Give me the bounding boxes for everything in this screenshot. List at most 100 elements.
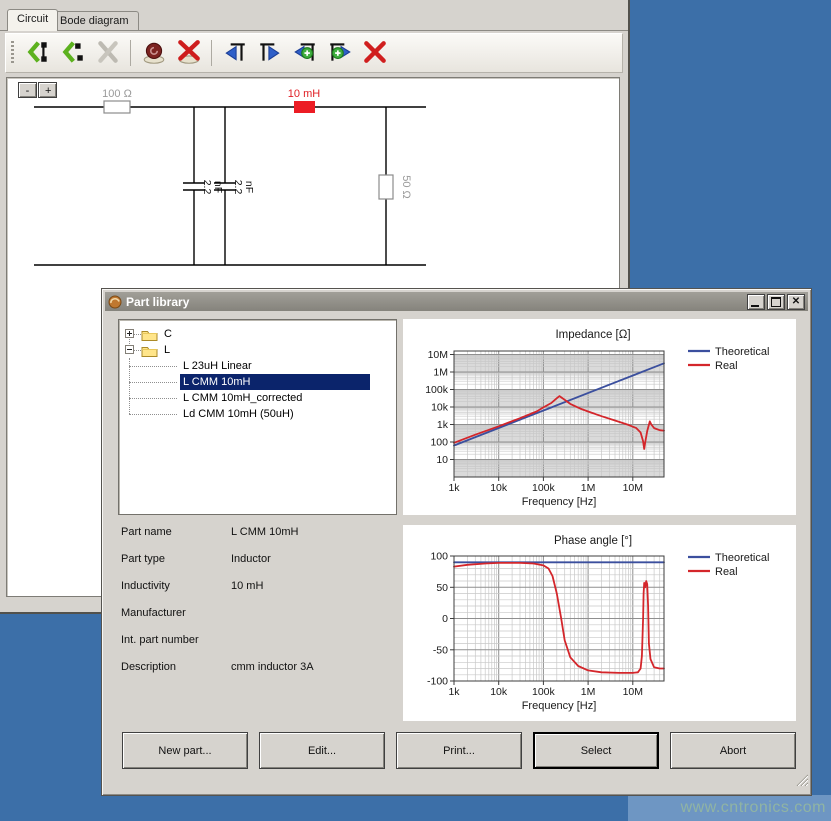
detail-row: Int. part number [121, 627, 391, 654]
tree-item[interactable]: Ld CMM 10mH (50uH) [180, 406, 297, 422]
svg-text:Impedance [Ω]: Impedance [Ω] [555, 329, 630, 341]
node-delete-button[interactable] [359, 38, 390, 68]
resize-grip[interactable] [795, 773, 808, 786]
svg-text:-50: -50 [433, 644, 448, 656]
svg-text:50: 50 [436, 582, 448, 594]
node-add-right-button[interactable] [324, 38, 355, 68]
edit-button[interactable]: Edit... [259, 732, 385, 769]
detail-label: Manufacturer [121, 600, 186, 627]
svg-text:100k: 100k [532, 686, 556, 698]
print-button[interactable]: Print... [396, 732, 522, 769]
node-move-left-button[interactable] [219, 38, 250, 68]
detail-label: Description [121, 654, 176, 681]
detail-row: Part name L CMM 10mH [121, 519, 391, 546]
watermark-text: www.cntronics.com [681, 799, 826, 817]
dialog-button-row: New part... Edit... Print... Select Abor… [102, 732, 811, 769]
node-move-right-icon [257, 39, 283, 65]
node-add-left-button[interactable] [289, 38, 320, 68]
cut-disabled-icon [95, 39, 121, 65]
tab-bode-diagram[interactable]: Bode diagram [50, 11, 139, 31]
detail-label: Part name [121, 519, 172, 546]
delete-part-button[interactable] [173, 38, 204, 68]
cmm-inductor[interactable]: 10 mH [288, 88, 320, 113]
maximize-icon [771, 297, 781, 307]
svg-text:Theoretical: Theoretical [715, 552, 769, 564]
tree-guide [129, 398, 177, 399]
abort-button[interactable]: Abort [670, 732, 796, 769]
detail-value: 10 mH [231, 573, 263, 600]
tree-folder-label: C [164, 326, 172, 342]
tree-guide [129, 414, 177, 415]
detail-value: Inductor [231, 546, 271, 573]
tree-item[interactable]: L CMM 10mH [180, 374, 370, 390]
node-add-right-icon [327, 39, 353, 65]
svg-text:1M: 1M [581, 686, 596, 698]
series-resistor[interactable]: 100 Ω [102, 88, 132, 113]
inductor-label: 10 mH [288, 88, 320, 100]
cut-disabled-button[interactable] [92, 38, 123, 68]
insert-component-left-icon [25, 39, 51, 65]
close-button[interactable]: ✕ [787, 294, 805, 310]
load-resistor[interactable]: 50 Ω [379, 107, 412, 265]
capacitor-1[interactable]: 2.2 nF [183, 107, 224, 265]
expand-plus-icon[interactable] [125, 329, 134, 338]
tree-guide [129, 382, 177, 383]
svg-text:100: 100 [430, 437, 448, 449]
svg-text:1k: 1k [448, 686, 460, 698]
svg-text:10: 10 [436, 454, 448, 466]
insert-node-left-button[interactable] [57, 38, 88, 68]
maximize-button[interactable] [767, 294, 785, 310]
load-part-button[interactable] [138, 38, 169, 68]
dialog-titlebar[interactable]: Part library ✕ [105, 292, 808, 311]
tree-folder-c[interactable]: C [119, 326, 389, 342]
collapse-minus-icon[interactable] [125, 345, 134, 354]
detail-label: Part type [121, 546, 165, 573]
phase-angle-chart-panel: 1k10k100k1M10M100500-50-100Phase angle [… [403, 525, 796, 721]
detail-label: Inductivity [121, 573, 170, 600]
load-resistor-label: 50 Ω [400, 175, 412, 199]
close-icon: ✕ [788, 295, 804, 309]
svg-text:10M: 10M [623, 482, 643, 494]
tree-item[interactable]: L CMM 10mH_corrected [180, 390, 305, 406]
impedance-chart-panel: 1k10k100k1M10M10M1M100k10k1k10010Impedan… [403, 319, 796, 515]
toolbar-separator [211, 40, 212, 66]
detail-row: Description cmm inductor 3A [121, 654, 391, 681]
svg-text:Real: Real [715, 566, 738, 578]
svg-text:1M: 1M [581, 482, 596, 494]
insert-node-left-icon [60, 39, 86, 65]
svg-text:Theoretical: Theoretical [715, 346, 769, 358]
detail-value: L CMM 10mH [231, 519, 298, 546]
minimize-button[interactable] [747, 294, 765, 310]
minimize-icon [751, 305, 759, 307]
folder-icon [141, 328, 158, 341]
insert-component-left-button[interactable] [22, 38, 53, 68]
detail-row: Inductivity 10 mH [121, 573, 391, 600]
svg-text:1M: 1M [433, 367, 448, 379]
svg-text:10M: 10M [428, 349, 448, 361]
capacitor-2-value: 2.2 [232, 180, 244, 195]
node-add-left-icon [292, 39, 318, 65]
node-move-left-icon [222, 39, 248, 65]
svg-text:-100: -100 [427, 676, 448, 688]
tree-folder-l[interactable]: L [119, 342, 389, 358]
toolbar-grip[interactable] [11, 41, 14, 65]
detail-value: cmm inductor 3A [231, 654, 314, 681]
svg-text:10k: 10k [490, 482, 508, 494]
svg-text:100: 100 [430, 551, 448, 563]
new-part-button[interactable]: New part... [122, 732, 248, 769]
svg-text:Real: Real [715, 360, 738, 372]
svg-text:100k: 100k [532, 482, 556, 494]
svg-text:1k: 1k [437, 419, 449, 431]
part-details: Part name L CMM 10mH Part type Inductor … [121, 519, 391, 681]
tab-circuit[interactable]: Circuit [7, 9, 58, 31]
tree-item[interactable]: L 23uH Linear [180, 358, 255, 374]
node-move-right-button[interactable] [254, 38, 285, 68]
load-part-icon [141, 39, 167, 65]
tree-folder-label: L [164, 342, 170, 358]
select-button[interactable]: Select [533, 732, 659, 769]
tree-guide [129, 366, 177, 367]
svg-text:1k: 1k [448, 482, 460, 494]
series-resistor-label: 100 Ω [102, 88, 132, 100]
part-tree: C L L 23uH Linear L CMM 10mH L CMM 10mH_… [118, 319, 397, 515]
folder-icon [141, 344, 158, 357]
